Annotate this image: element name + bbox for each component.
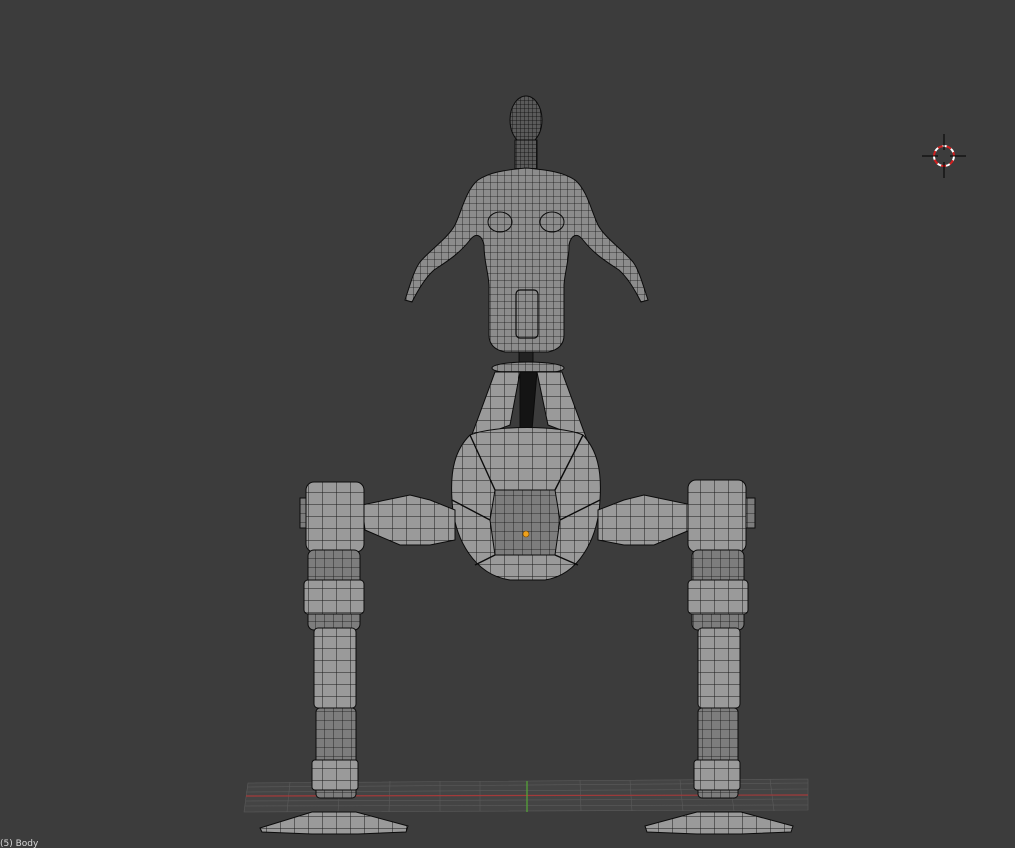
object-name-label: (5) Body <box>0 839 39 848</box>
3d-cursor-icon[interactable] <box>922 134 966 178</box>
human-bust-mesh[interactable] <box>404 95 649 375</box>
object-origin-icon <box>522 530 530 538</box>
central-pod-mesh[interactable] <box>451 427 601 581</box>
mesh-scene[interactable] <box>0 0 1015 848</box>
left-leg-mesh[interactable] <box>259 481 456 835</box>
3d-viewport[interactable]: (5) Body <box>0 0 1015 848</box>
